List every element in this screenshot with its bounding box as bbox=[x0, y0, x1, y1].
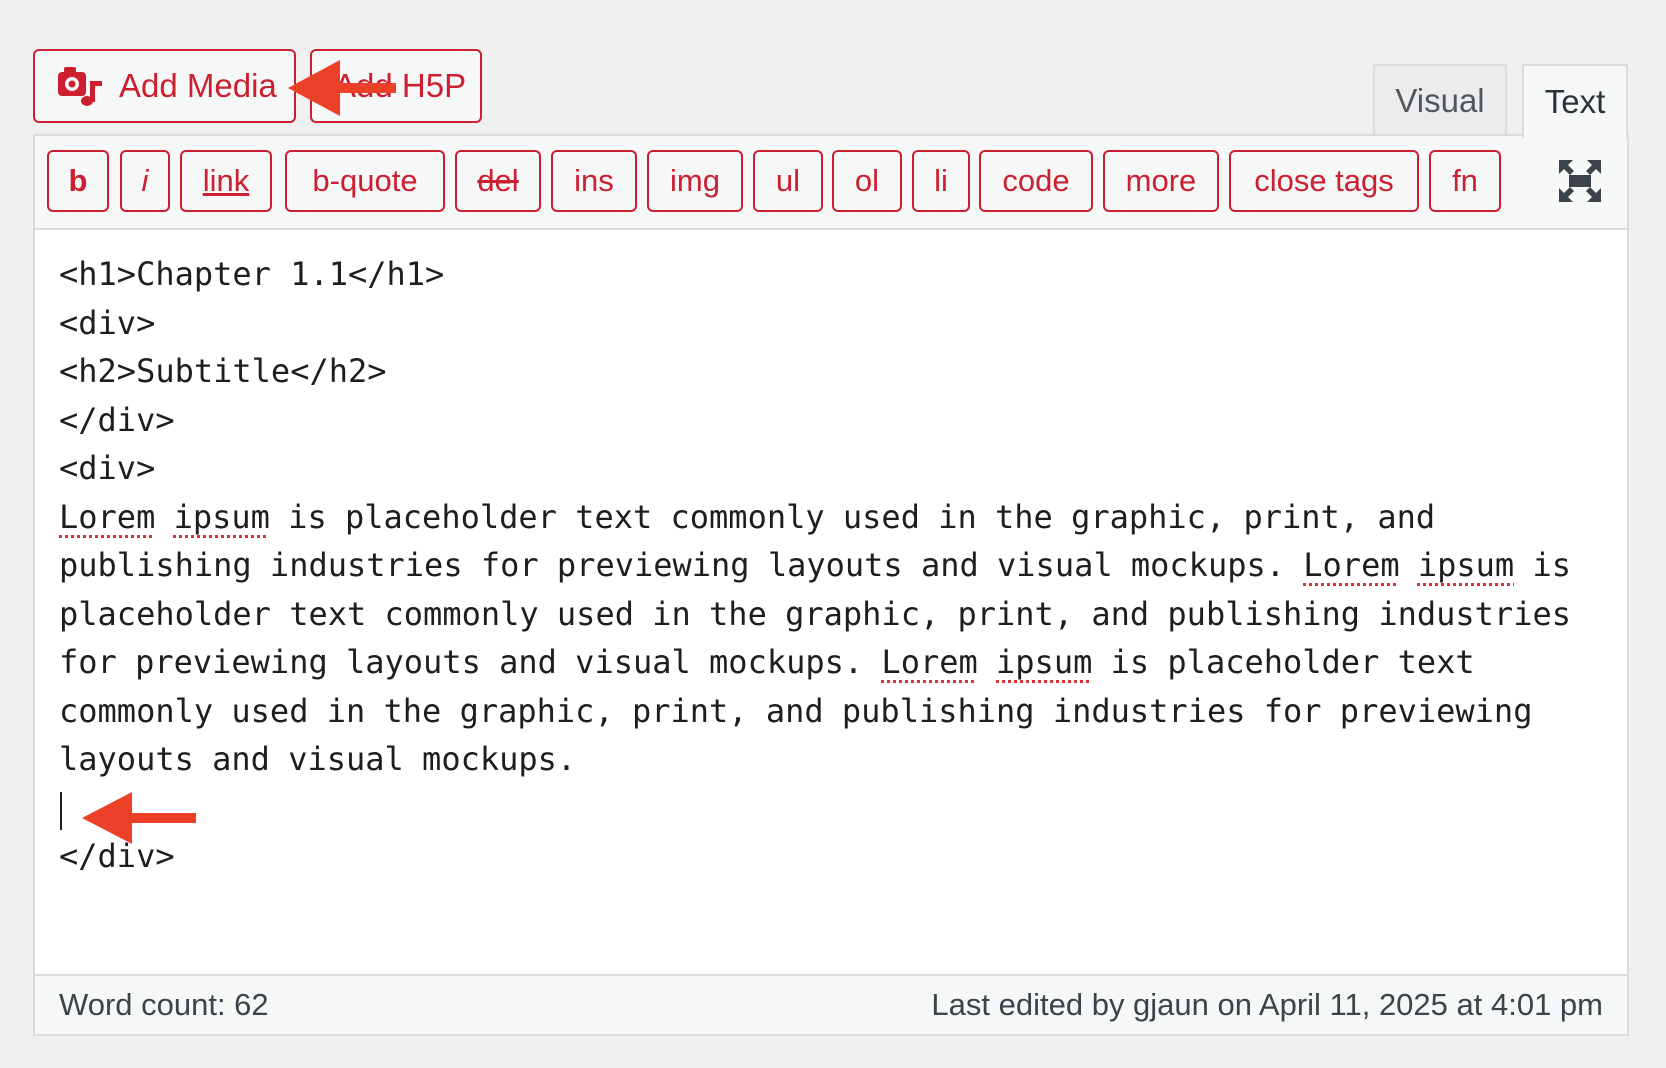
quicktags-toolbar: b i link b-quote del ins img ul ol li co… bbox=[35, 136, 1627, 230]
code-line: <div> bbox=[59, 449, 156, 487]
quicktag-ul-button[interactable]: ul bbox=[753, 150, 823, 212]
quicktag-bquote-button[interactable]: b-quote bbox=[285, 150, 445, 212]
fullscreen-icon[interactable] bbox=[1555, 156, 1605, 206]
quicktag-ins-button[interactable]: ins bbox=[551, 150, 637, 212]
quicktag-del-button[interactable]: del bbox=[455, 150, 541, 212]
caret-line bbox=[59, 784, 1603, 833]
add-h5p-label: Add H5P bbox=[334, 67, 467, 104]
add-h5p-button[interactable]: Add H5P bbox=[310, 49, 482, 123]
word-count: Word count: 62 bbox=[59, 987, 269, 1022]
misspelled-word: ipsum bbox=[996, 643, 1093, 681]
quicktag-ol-button[interactable]: ol bbox=[832, 150, 902, 212]
tab-visual-label: Visual bbox=[1395, 82, 1485, 119]
code-line: <div> bbox=[59, 303, 156, 342]
content-textarea[interactable]: <h1>Chapter 1.1</h1> <div> <h2>Subtitle<… bbox=[35, 230, 1627, 972]
status-bar: Word count: 62 Last edited by gjaun on A… bbox=[35, 974, 1627, 1034]
media-camera-music-icon bbox=[57, 64, 103, 108]
code-line: <h1>Chapter 1.1</h1> bbox=[59, 255, 445, 293]
quicktag-li-button[interactable]: li bbox=[912, 150, 970, 212]
quicktag-img-button[interactable]: img bbox=[647, 150, 743, 212]
tab-text-label: Text bbox=[1544, 83, 1606, 120]
code-line: <h2>Subtitle</h2> bbox=[59, 352, 387, 390]
text-caret bbox=[60, 791, 62, 830]
quicktag-code-button[interactable]: code bbox=[979, 150, 1093, 212]
last-edited: Last edited by gjaun on April 11, 2025 a… bbox=[931, 987, 1603, 1022]
quicktag-link-button[interactable]: link bbox=[180, 150, 272, 212]
misspelled-word: Lorem bbox=[59, 497, 156, 536]
add-media-label: Add Media bbox=[119, 67, 277, 104]
quicktag-more-button[interactable]: more bbox=[1103, 150, 1219, 212]
code-line: </div> bbox=[59, 400, 175, 439]
quicktag-close-tags-button[interactable]: close tags bbox=[1229, 150, 1419, 212]
misspelled-word: Lorem bbox=[881, 643, 978, 681]
quicktag-fn-button[interactable]: fn bbox=[1429, 150, 1501, 212]
lorem-paragraph: Lorem ipsum is placeholder text commonly… bbox=[59, 493, 1603, 784]
misspelled-word: ipsum bbox=[1417, 546, 1515, 584]
quicktag-b-button[interactable]: b bbox=[47, 150, 109, 212]
misspelled-word: Lorem bbox=[1303, 546, 1400, 584]
text-editor: b i link b-quote del ins img ul ol li co… bbox=[33, 134, 1629, 1036]
misspelled-word: ipsum bbox=[173, 497, 270, 536]
code-line: </div> bbox=[59, 837, 175, 875]
tab-visual[interactable]: Visual bbox=[1373, 64, 1507, 136]
add-media-button[interactable]: Add Media bbox=[33, 49, 296, 123]
quicktag-i-button[interactable]: i bbox=[120, 150, 170, 212]
tab-text[interactable]: Text bbox=[1522, 64, 1628, 138]
